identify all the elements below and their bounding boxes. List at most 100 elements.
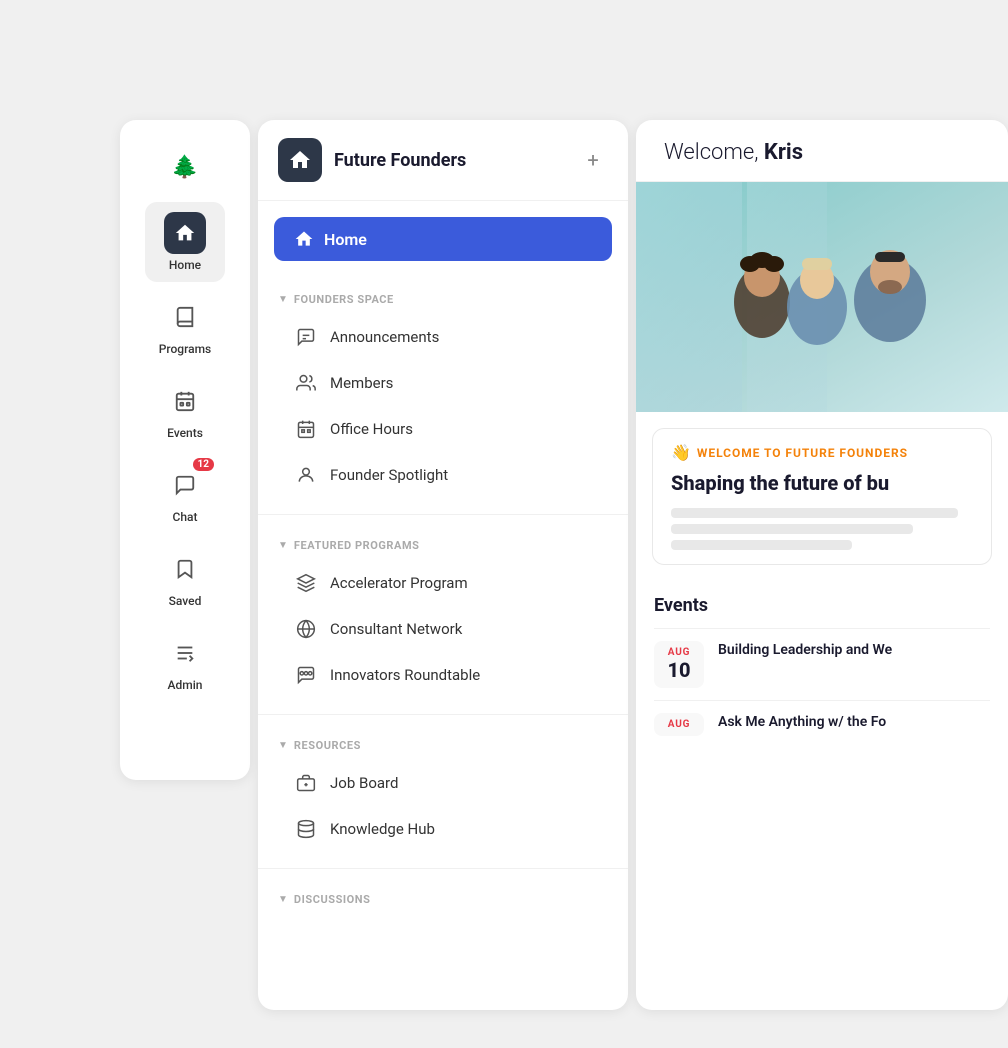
discussions-section: ▼ DISCUSSIONS xyxy=(258,877,628,922)
event-day-1: 10 xyxy=(664,658,694,682)
sidebar-home-label: Home xyxy=(169,258,201,272)
featured-programs-section: ▼ FEATURED PROGRAMS Accelerator Program xyxy=(258,523,628,706)
events-title: Events xyxy=(654,595,990,616)
sidebar-events-label: Events xyxy=(167,426,203,440)
event-month-1: AUG xyxy=(664,647,694,658)
event-month-2: AUG xyxy=(664,719,694,730)
sidebar-programs-label: Programs xyxy=(159,342,212,356)
founders-space-header: ▼ FOUNDERS SPACE xyxy=(278,293,608,306)
accelerator-icon xyxy=(294,571,318,595)
card-line-3 xyxy=(671,540,852,550)
event-item-1[interactable]: AUG 10 Building Leadership and We xyxy=(654,628,990,700)
job-board-label: Job Board xyxy=(330,774,398,792)
founders-space-chevron: ▼ xyxy=(278,294,288,305)
office-hours-icon xyxy=(294,417,318,441)
discussions-title: DISCUSSIONS xyxy=(294,893,371,906)
nav-item-job-board[interactable]: Job Board xyxy=(278,760,608,806)
sidebar-item-home[interactable]: Home xyxy=(145,202,225,282)
programs-icon xyxy=(174,306,196,328)
nav-item-announcements[interactable]: Announcements xyxy=(278,314,608,360)
svg-text:🌲: 🌲 xyxy=(171,154,198,180)
innovators-icon xyxy=(294,663,318,687)
nav-item-consultant[interactable]: Consultant Network xyxy=(278,606,608,652)
home-nav-icon xyxy=(294,229,314,249)
consultant-label: Consultant Network xyxy=(330,620,462,638)
nav-sidebar: Future Founders + Home ▼ FOUNDERS SPACE xyxy=(258,120,628,1010)
sidebar-item-programs[interactable]: Programs xyxy=(145,286,225,366)
welcome-text: Welcome, Kris xyxy=(664,140,803,165)
innovators-label: Innovators Roundtable xyxy=(330,666,480,684)
card-tag-text: WELCOME TO FUTURE FOUNDERS xyxy=(697,446,908,460)
events-section: Events AUG 10 Building Leadership and We… xyxy=(636,581,1008,748)
consultant-icon xyxy=(294,617,318,641)
featured-programs-title: FEATURED PROGRAMS xyxy=(294,539,420,552)
logo-icon: 🌲 xyxy=(166,148,204,186)
knowledge-hub-icon xyxy=(294,817,318,841)
job-board-icon xyxy=(294,771,318,795)
event-title-1: Building Leadership and We xyxy=(718,641,892,661)
sidebar-item-logo[interactable]: 🌲 xyxy=(145,136,225,198)
nav-header: Future Founders + xyxy=(258,120,628,201)
founders-space-section: ▼ FOUNDERS SPACE Announcements xyxy=(258,277,628,506)
card-tag-emoji: 👋 xyxy=(671,443,691,462)
featured-programs-header: ▼ FEATURED PROGRAMS xyxy=(278,539,608,552)
events-icon xyxy=(174,390,196,412)
main-content: Welcome, Kris xyxy=(636,120,1008,1010)
main-header: Welcome, Kris xyxy=(636,120,1008,182)
discussions-chevron: ▼ xyxy=(278,894,288,905)
icon-sidebar: 🌲 Home Programs xyxy=(120,120,250,780)
sidebar-chat-label: Chat xyxy=(173,510,198,524)
nav-logo xyxy=(278,138,322,182)
nav-item-accelerator[interactable]: Accelerator Program xyxy=(278,560,608,606)
content-card: 👋 WELCOME TO FUTURE FOUNDERS Shaping the… xyxy=(652,428,992,565)
home-icon xyxy=(174,222,196,244)
nav-item-office-hours[interactable]: Office Hours xyxy=(278,406,608,452)
event-item-2[interactable]: AUG Ask Me Anything w/ the Fo xyxy=(654,700,990,748)
resources-section: ▼ RESOURCES Job Board xyxy=(258,723,628,860)
card-title: Shaping the future of bu xyxy=(653,466,991,504)
hero-scene xyxy=(636,182,1008,412)
nav-item-knowledge-hub[interactable]: Knowledge Hub xyxy=(278,806,608,852)
announcements-icon xyxy=(294,325,318,349)
accelerator-label: Accelerator Program xyxy=(330,574,468,592)
card-lines xyxy=(653,504,991,564)
card-tag: 👋 WELCOME TO FUTURE FOUNDERS xyxy=(653,429,991,466)
chat-icon xyxy=(174,474,196,496)
chat-badge: 12 xyxy=(193,458,214,471)
saved-icon xyxy=(174,558,196,580)
office-hours-label: Office Hours xyxy=(330,420,413,438)
event-date-1: AUG 10 xyxy=(654,641,704,688)
discussions-header: ▼ DISCUSSIONS xyxy=(278,893,608,906)
card-line-2 xyxy=(671,524,913,534)
sidebar-admin-label: Admin xyxy=(168,678,203,692)
nav-home-button[interactable]: Home xyxy=(274,217,612,261)
nav-item-innovators[interactable]: Innovators Roundtable xyxy=(278,652,608,698)
knowledge-hub-label: Knowledge Hub xyxy=(330,820,435,838)
nav-item-founder-spotlight[interactable]: Founder Spotlight xyxy=(278,452,608,498)
nav-item-members[interactable]: Members xyxy=(278,360,608,406)
announcements-label: Announcements xyxy=(330,328,439,346)
sidebar-item-events[interactable]: Events xyxy=(145,370,225,450)
founders-space-title: FOUNDERS SPACE xyxy=(294,293,394,306)
members-icon xyxy=(294,371,318,395)
event-date-2: AUG xyxy=(654,713,704,736)
sidebar-item-saved[interactable]: Saved xyxy=(145,538,225,618)
sidebar-item-chat[interactable]: 12 Chat xyxy=(145,454,225,534)
members-label: Members xyxy=(330,374,393,392)
event-title-2: Ask Me Anything w/ the Fo xyxy=(718,713,886,733)
card-line-1 xyxy=(671,508,958,518)
sidebar-saved-label: Saved xyxy=(169,594,202,608)
founder-spotlight-icon xyxy=(294,463,318,487)
admin-icon xyxy=(174,642,196,664)
hero-image xyxy=(636,182,1008,412)
resources-header: ▼ RESOURCES xyxy=(278,739,608,752)
nav-add-button[interactable]: + xyxy=(578,145,608,175)
welcome-name: Kris xyxy=(764,140,803,165)
sidebar-item-admin[interactable]: Admin xyxy=(145,622,225,702)
nav-home-label: Home xyxy=(324,230,367,249)
founder-spotlight-label: Founder Spotlight xyxy=(330,466,448,484)
nav-logo-icon xyxy=(288,148,312,172)
nav-title: Future Founders xyxy=(334,150,566,171)
featured-programs-chevron: ▼ xyxy=(278,540,288,551)
resources-chevron: ▼ xyxy=(278,740,288,751)
